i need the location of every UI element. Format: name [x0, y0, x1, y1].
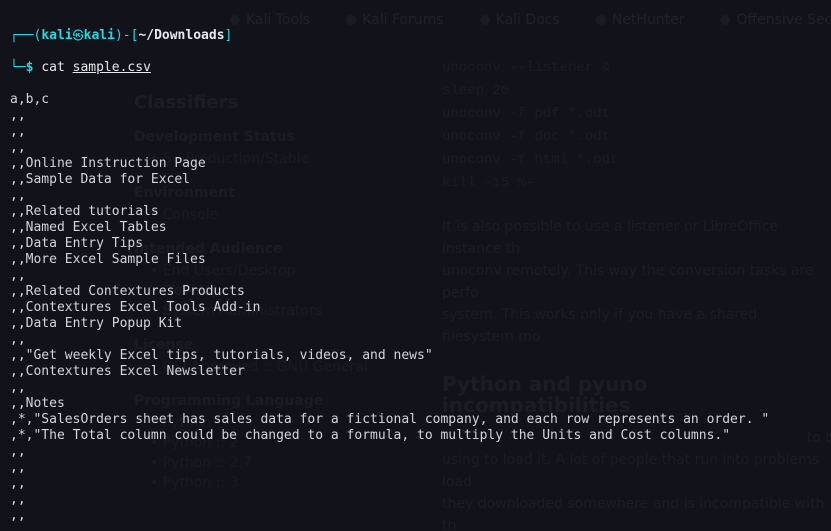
prompt-cwd: ~/Downloads: [138, 28, 224, 43]
prompt-user: kali: [41, 28, 72, 43]
terminal-output: a,b,c ,, ,, ,, ,,Online Instruction Page…: [10, 92, 821, 524]
command-arg: sample.csv: [73, 60, 151, 75]
prompt-line: ┌──(kali㉿kali)-[~/Downloads]: [10, 28, 821, 44]
command-name: cat: [41, 60, 64, 75]
terminal-window[interactable]: ┌──(kali㉿kali)-[~/Downloads] └─$ cat sam…: [0, 0, 831, 531]
skull-icon: ㉿: [73, 29, 84, 42]
command-line: └─$ cat sample.csv: [10, 60, 821, 76]
prompt-host: kali: [84, 28, 115, 43]
